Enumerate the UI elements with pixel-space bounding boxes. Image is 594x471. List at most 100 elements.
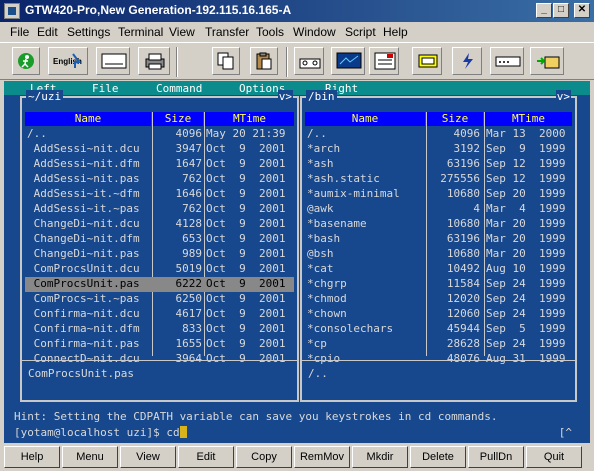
file-row[interactable]: Confirma~nit.pas 1655 Oct 9 2001 <box>25 337 294 352</box>
maximize-button[interactable]: □ <box>553 3 569 18</box>
paste-button[interactable] <box>250 47 278 75</box>
close-button[interactable]: ✕ <box>574 3 590 18</box>
file-name: AddSessi~nit.dfm <box>27 157 140 170</box>
right-panel[interactable]: /bin v> Name Size MTime /.. 4096 Mar 13 20… <box>300 90 577 402</box>
right-panel-arrow[interactable]: v> <box>555 90 571 103</box>
file-row[interactable]: *chown 12060 Sep 24 1999 <box>305 307 572 322</box>
file-name: Confirma~nit.dfm <box>27 322 140 335</box>
file-size: 1647 <box>175 157 203 170</box>
file-row[interactable]: *ash.static 275556 Sep 12 1999 <box>305 172 572 187</box>
columns-80-button[interactable] <box>96 47 130 75</box>
fkey-edit[interactable]: Edit <box>178 446 234 468</box>
file-row[interactable]: *chmod 12020 Sep 24 1999 <box>305 292 572 307</box>
file-row[interactable]: AddSessi~nit.dcu 3947 Oct 9 2001 <box>25 142 294 157</box>
file-row[interactable]: *bash 63196 Mar 20 1999 <box>305 232 572 247</box>
file-name: ComProcsUnit.pas <box>27 277 140 290</box>
file-row[interactable]: Confirma~nit.dfm 833 Oct 9 2001 <box>25 322 294 337</box>
file-row[interactable]: ComProcsUnit.dcu 5019 Oct 9 2001 <box>25 262 294 277</box>
right-header-mtime[interactable]: MTime <box>485 112 572 126</box>
left-header-mtime[interactable]: MTime <box>205 112 294 126</box>
menu-window[interactable]: Window <box>293 25 336 39</box>
file-row[interactable]: AddSessi~nit.pas 762 Oct 9 2001 <box>25 172 294 187</box>
file-row[interactable]: ChangeDi~nit.dfm 653 Oct 9 2001 <box>25 232 294 247</box>
terminal-screen[interactable]: Left File Command Options Right ~/uzi v>… <box>4 81 590 443</box>
file-row[interactable]: /.. 4096 May 20 21:39 <box>25 127 294 142</box>
right-header-size[interactable]: Size <box>427 112 483 126</box>
copy-button[interactable] <box>212 47 240 75</box>
file-row[interactable]: AddSessi~it.~dfm 1646 Oct 9 2001 <box>25 187 294 202</box>
screen-button[interactable] <box>412 47 442 75</box>
file-row[interactable]: AddSessi~nit.dfm 1647 Oct 9 2001 <box>25 157 294 172</box>
menu-view[interactable]: View <box>169 25 195 39</box>
fkey-pulldn[interactable]: PullDn <box>468 446 524 468</box>
menu-terminal[interactable]: Terminal <box>118 25 163 39</box>
file-row[interactable]: AddSessi~it.~pas 762 Oct 9 2001 <box>25 202 294 217</box>
file-row[interactable]: *arch 3192 Sep 9 1999 <box>305 142 572 157</box>
file-size: 48076 <box>446 352 480 365</box>
language-button[interactable]: English <box>48 47 88 75</box>
menu-script[interactable]: Script <box>345 25 376 39</box>
file-row[interactable]: *aumix-minimal 10680 Sep 20 1999 <box>305 187 572 202</box>
file-row[interactable]: /.. 4096 Mar 13 2000 <box>305 127 572 142</box>
minimize-button[interactable]: _ <box>536 3 552 18</box>
mc-menu-command[interactable]: Command <box>156 82 202 95</box>
hint-line: Hint: Setting the CDPATH variable can sa… <box>14 410 498 423</box>
prompt-text: [yotam@localhost uzi]$ cd <box>14 426 180 439</box>
card-button[interactable] <box>369 47 399 75</box>
file-row[interactable]: ChangeDi~nit.dcu 4128 Oct 9 2001 <box>25 217 294 232</box>
mc-menu-file[interactable]: File <box>92 82 119 95</box>
file-mtime: Oct 9 2001 <box>206 292 286 305</box>
file-size: 989 <box>182 247 202 260</box>
command-prompt[interactable]: [yotam@localhost uzi]$ cd <box>14 426 187 439</box>
menu-tools[interactable]: Tools <box>256 25 284 39</box>
fkey-help[interactable]: Help <box>4 446 60 468</box>
left-header-size[interactable]: Size <box>153 112 203 126</box>
file-row[interactable]: *chgrp 11584 Sep 24 1999 <box>305 277 572 292</box>
fkey-copy[interactable]: Copy <box>236 446 292 468</box>
printer-icon <box>143 52 167 70</box>
left-panel[interactable]: ~/uzi v> Name Size MTime /.. 4096 May 20 2… <box>20 90 299 402</box>
menu-edit[interactable]: Edit <box>37 25 58 39</box>
lightning-icon <box>457 52 479 70</box>
file-row[interactable]: ComProcs~it.~pas 6250 Oct 9 2001 <box>25 292 294 307</box>
menu-transfer[interactable]: Transfer <box>205 25 249 39</box>
menu-settings[interactable]: Settings <box>67 25 110 39</box>
file-row[interactable]: *basename 10680 Mar 20 1999 <box>305 217 572 232</box>
file-row[interactable]: *cp 28628 Sep 24 1999 <box>305 337 572 352</box>
fkey-menu[interactable]: Menu <box>62 446 118 468</box>
file-row[interactable]: ChangeDi~nit.pas 989 Oct 9 2001 <box>25 247 294 262</box>
file-mtime: Oct 9 2001 <box>206 217 286 230</box>
file-mtime: Mar 13 2000 <box>486 127 566 140</box>
file-row[interactable]: *ash 63196 Sep 12 1999 <box>305 157 572 172</box>
file-size: 63196 <box>446 157 480 170</box>
modem-button[interactable] <box>490 47 524 75</box>
fkey-mkdir[interactable]: Mkdir <box>352 446 408 468</box>
file-row[interactable]: *cat 10492 Aug 10 1999 <box>305 262 572 277</box>
file-row[interactable]: @awk 4 Mar 4 1999 <box>305 202 572 217</box>
menu-file[interactable]: File <box>10 25 29 39</box>
file-row[interactable]: ComProcsUnit.pas 6222 Oct 9 2001 <box>25 277 294 292</box>
mc-menu-bar: Left File Command Options Right <box>4 81 590 95</box>
fkey-remmov[interactable]: RemMov <box>294 446 350 468</box>
fkey-quit[interactable]: Quit <box>526 446 582 468</box>
menu-help[interactable]: Help <box>383 25 408 39</box>
right-header-name[interactable]: Name <box>305 112 425 126</box>
file-mtime: Oct 9 2001 <box>206 262 286 275</box>
file-name: *cp <box>307 337 327 350</box>
transfer-button[interactable] <box>530 47 564 75</box>
print-button[interactable] <box>138 47 170 75</box>
app-icon[interactable] <box>4 3 20 19</box>
file-size: 28628 <box>446 337 480 350</box>
monitor-button[interactable] <box>331 47 365 75</box>
go-button[interactable] <box>12 47 40 75</box>
fkey-delete[interactable]: Delete <box>410 446 466 468</box>
fkey-view[interactable]: View <box>120 446 176 468</box>
record-button[interactable] <box>294 47 324 75</box>
english-keyboard-icon: English <box>53 52 85 70</box>
lightning-button[interactable] <box>452 47 482 75</box>
left-panel-arrow[interactable]: v> <box>277 90 293 103</box>
left-header-name[interactable]: Name <box>25 112 151 126</box>
file-row[interactable]: Confirma~nit.dcu 4617 Oct 9 2001 <box>25 307 294 322</box>
file-row[interactable]: *consolechars 45944 Sep 5 1999 <box>305 322 572 337</box>
file-row[interactable]: @bsh 10680 Mar 20 1999 <box>305 247 572 262</box>
